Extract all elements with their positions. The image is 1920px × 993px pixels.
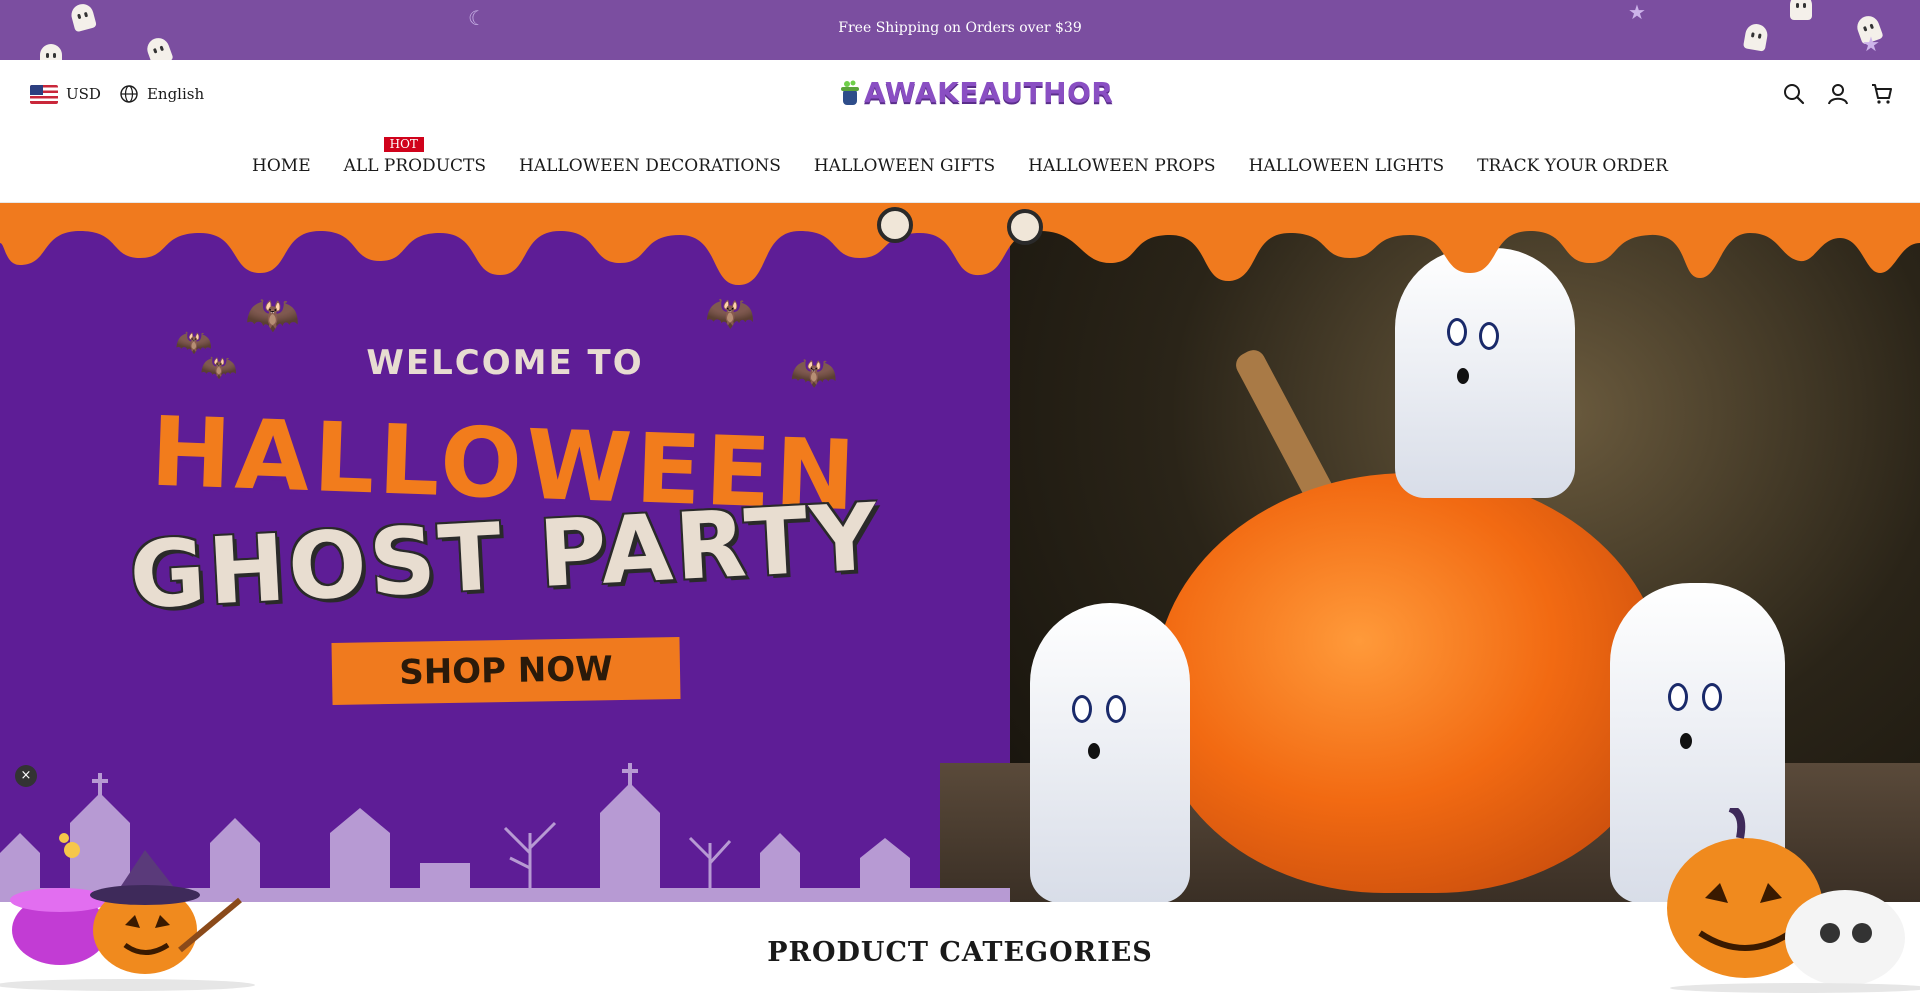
- cart-icon[interactable]: [1870, 82, 1894, 106]
- nav-item-halloween-gifts[interactable]: HALLOWEEN GIFTS: [814, 156, 995, 176]
- currency-selector[interactable]: USD: [66, 85, 101, 103]
- logo-text: AWAKEAUTHOR: [864, 76, 1114, 109]
- hero-welcome-text: WELCOME TO: [366, 343, 644, 383]
- orange-drip-decoration: [0, 203, 1920, 286]
- announcement-text: Free Shipping on Orders over $39: [838, 20, 1082, 36]
- bat-decoration: 🦇: [245, 289, 300, 340]
- cauldron-logo-icon: [841, 80, 859, 105]
- search-icon[interactable]: [1782, 82, 1806, 106]
- nav-item-label: ALL PRODUCTS: [343, 156, 487, 176]
- bat-decoration: 🦇: [705, 290, 755, 336]
- hot-badge: HOT: [383, 137, 424, 152]
- product-categories-heading: PRODUCT CATEGORIES: [767, 937, 1153, 968]
- ghost-decoration: [1790, 0, 1812, 20]
- ghost-figure-left: [1030, 603, 1190, 902]
- language-selector[interactable]: English: [147, 85, 204, 103]
- site-header: USD English AWAKEAUTHOR HOME HOT ALL PRO…: [0, 60, 1920, 203]
- nav-item-home[interactable]: HOME: [252, 156, 311, 176]
- nav-item-all-products[interactable]: HOT ALL PRODUCTS: [343, 137, 487, 176]
- header-actions: [1782, 82, 1894, 106]
- account-icon[interactable]: [1826, 82, 1850, 106]
- site-logo[interactable]: AWAKEAUTHOR: [840, 76, 1113, 109]
- shop-now-button[interactable]: SHOP NOW: [331, 636, 681, 706]
- ghost-decoration: [40, 44, 62, 60]
- nav-item-halloween-lights[interactable]: HALLOWEEN LIGHTS: [1249, 156, 1445, 176]
- nav-item-halloween-props[interactable]: HALLOWEEN PROPS: [1028, 156, 1215, 176]
- us-flag-icon: [30, 84, 58, 104]
- announcement-bar: ★ ★ ☾ Free Shipping on Orders over $39: [0, 0, 1920, 60]
- ghost-decoration: [144, 35, 174, 60]
- nav-item-halloween-decorations[interactable]: HALLOWEEN DECORATIONS: [519, 156, 781, 176]
- pumpkin-image: [1155, 473, 1665, 893]
- locale-selector: USD English: [30, 84, 204, 104]
- globe-icon: [120, 85, 138, 103]
- star-decoration: ★: [1862, 32, 1880, 56]
- hero-banner[interactable]: 🦇 🦇 🦇 🦇 🦇 WELCOME TO HALLOWEEN GHOST PAR…: [0, 203, 1920, 902]
- close-popup-button[interactable]: ×: [15, 765, 37, 787]
- star-decoration: ★: [1628, 0, 1646, 24]
- nav-item-track-your-order[interactable]: TRACK YOUR ORDER: [1477, 156, 1668, 176]
- main-navigation: HOME HOT ALL PRODUCTS HALLOWEEN DECORATI…: [0, 137, 1920, 176]
